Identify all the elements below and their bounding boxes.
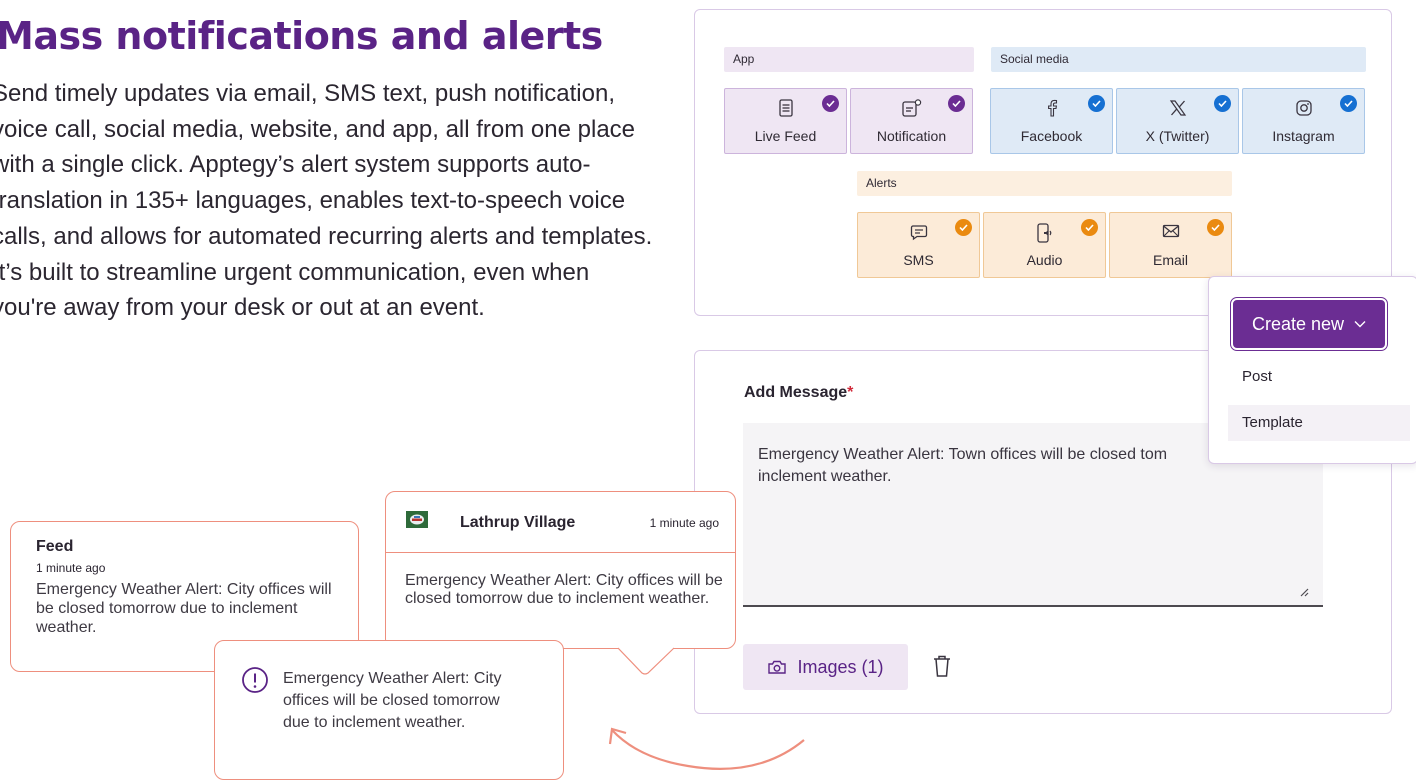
checked-icon	[822, 95, 839, 112]
speech-bubble-tail	[618, 647, 675, 675]
create-new-button[interactable]: Create new	[1230, 297, 1388, 351]
channel-tile-x-twitter[interactable]: X (Twitter)	[1116, 88, 1239, 154]
create-new-dropdown: Create new Post Template	[1208, 276, 1416, 464]
channel-selection-panel: App Social media Live Feed Notification …	[694, 9, 1392, 316]
group-label-app: App	[724, 47, 974, 72]
alert-exclamation-icon	[242, 667, 268, 693]
checked-icon	[1214, 95, 1231, 112]
channel-tile-instagram[interactable]: Instagram	[1242, 88, 1365, 154]
channel-tile-email[interactable]: Email	[1109, 212, 1232, 278]
checked-icon	[1207, 219, 1224, 236]
required-marker: *	[847, 384, 854, 401]
feed-message: Emergency Weather Alert: City offices wi…	[36, 581, 332, 636]
images-label: Images (1)	[797, 656, 884, 677]
channel-label: X (Twitter)	[1145, 128, 1210, 144]
feed-timestamp: 1 minute ago	[36, 561, 106, 575]
channel-tile-sms[interactable]: SMS	[857, 212, 980, 278]
push-notification-preview: Lathrup Village 1 minute ago Emergency W…	[385, 491, 736, 649]
channel-tile-notification[interactable]: Notification	[850, 88, 973, 154]
checked-icon	[1088, 95, 1105, 112]
checked-icon	[955, 219, 972, 236]
hero-description: Send timely updates via email, SMS text,…	[0, 80, 653, 322]
channel-label: Notification	[876, 128, 947, 144]
lathrup-village-logo-icon	[406, 511, 428, 528]
channel-tile-audio[interactable]: Audio	[983, 212, 1106, 278]
channel-tile-facebook[interactable]: Facebook	[990, 88, 1113, 154]
push-sender: Lathrup Village	[460, 514, 576, 531]
channel-label: Facebook	[1020, 128, 1083, 144]
camera-icon	[768, 660, 787, 674]
sms-message: Emergency Weather Alert: City offices wi…	[283, 670, 502, 731]
channel-label: Email	[1152, 252, 1188, 268]
create-new-label: Create new	[1251, 313, 1345, 334]
channel-label: Instagram	[1272, 128, 1335, 144]
chevron-down-icon	[1354, 321, 1366, 328]
checked-icon	[1340, 95, 1357, 112]
add-message-label: Add Message*	[744, 384, 854, 401]
checked-icon	[948, 95, 965, 112]
page-title: Mass notifications and alerts	[0, 14, 603, 58]
checked-icon	[1081, 219, 1098, 236]
push-message: Emergency Weather Alert: City offices wi…	[405, 572, 723, 607]
push-header: Lathrup Village 1 minute ago	[386, 492, 735, 553]
trash-icon[interactable]	[932, 654, 952, 678]
channel-tile-live-feed[interactable]: Live Feed	[724, 88, 847, 154]
feed-title: Feed	[36, 538, 74, 555]
resize-handle-icon[interactable]	[1299, 587, 1309, 597]
images-button[interactable]: Images (1)	[743, 644, 908, 690]
channel-label: Live Feed	[754, 128, 817, 144]
channel-label: SMS	[903, 252, 934, 268]
dropdown-item-template[interactable]: Template	[1228, 405, 1410, 441]
message-text: Emergency Weather Alert: Town offices wi…	[758, 446, 1168, 485]
sms-alert-preview: Emergency Weather Alert: City offices wi…	[214, 640, 564, 780]
curved-arrow-icon	[608, 727, 805, 770]
group-label-social-media: Social media	[991, 47, 1366, 72]
channel-label: Audio	[1026, 252, 1063, 268]
push-timestamp: 1 minute ago	[649, 516, 719, 530]
group-label-alerts: Alerts	[857, 171, 1232, 196]
dropdown-item-post[interactable]: Post	[1228, 359, 1410, 395]
